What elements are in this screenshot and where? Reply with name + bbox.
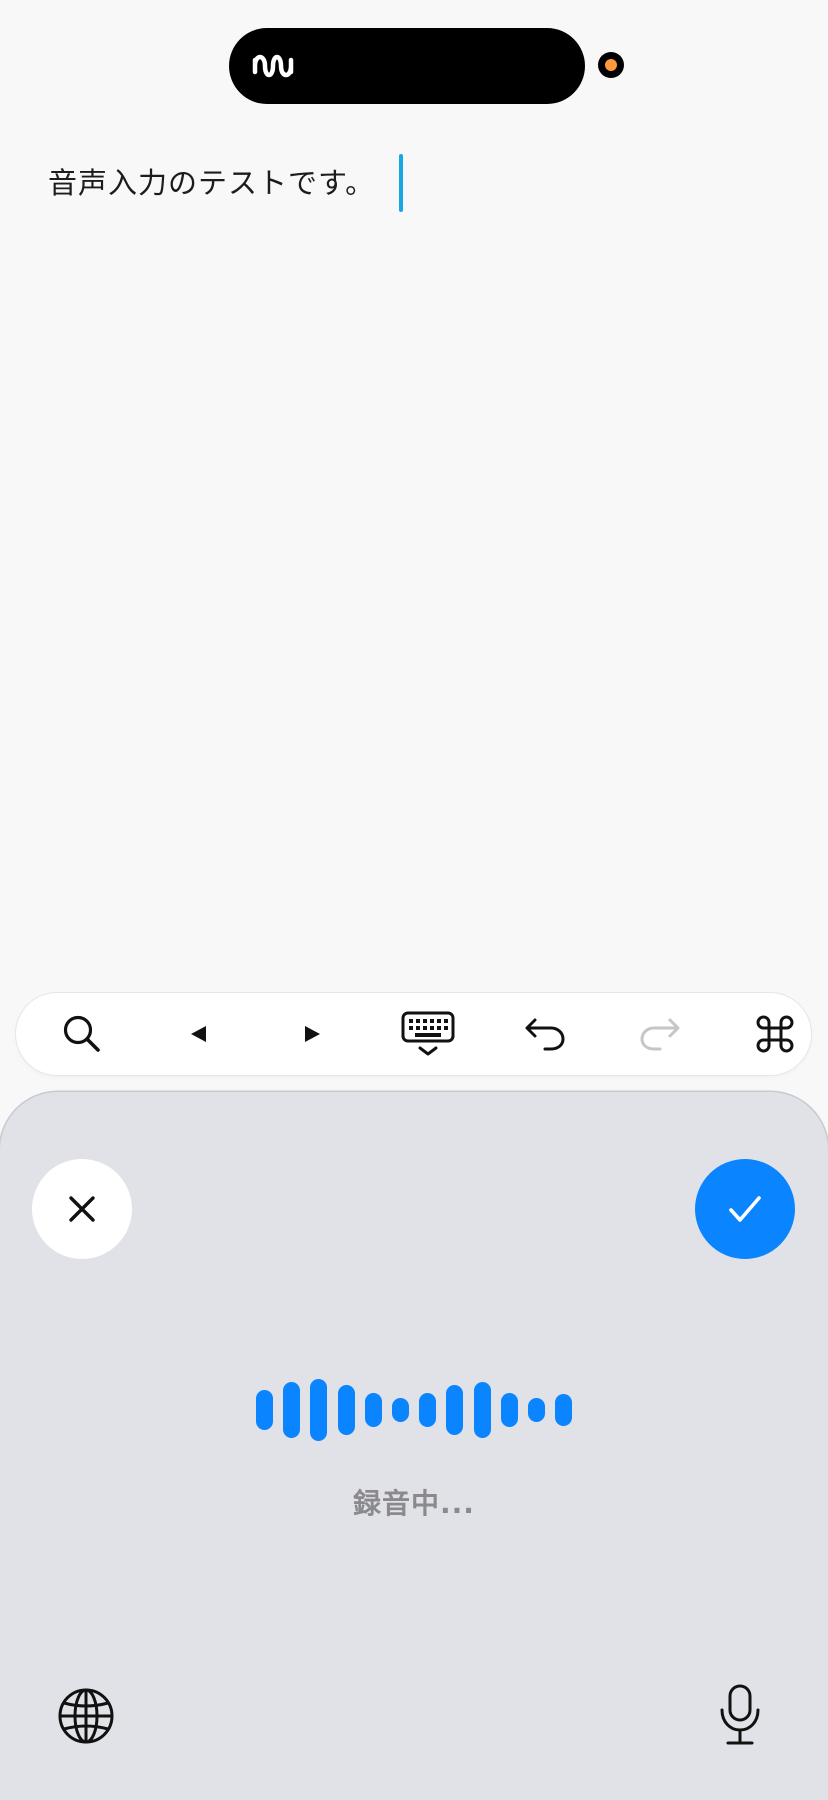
audio-level-bar xyxy=(419,1392,437,1428)
search-button[interactable] xyxy=(42,993,122,1075)
audio-level-bar xyxy=(446,1385,464,1435)
dictation-button[interactable] xyxy=(712,1682,768,1748)
audio-level-bar xyxy=(473,1382,491,1438)
voice-input-panel: 録音中... xyxy=(0,1092,828,1800)
text-editor[interactable]: 音声入力のテストです。 xyxy=(48,150,778,230)
audio-level-bar xyxy=(392,1398,409,1422)
screen: 音声入力のテストです。 録音中... xyxy=(0,0,828,1800)
magnifier-icon xyxy=(63,1015,100,1052)
recording-indicator-dot xyxy=(598,52,624,78)
redo-button[interactable] xyxy=(620,993,700,1075)
triangle-right-icon xyxy=(305,1026,320,1042)
checkmark-icon xyxy=(729,1196,761,1222)
close-icon xyxy=(69,1196,95,1222)
triangle-left-icon xyxy=(191,1026,206,1042)
audio-level-bar xyxy=(337,1385,355,1435)
audio-level-bar xyxy=(555,1394,573,1426)
audio-level-bar xyxy=(500,1392,518,1428)
dynamic-island[interactable] xyxy=(229,28,585,104)
undo-button[interactable] xyxy=(505,993,585,1075)
audio-level-bar xyxy=(364,1392,382,1428)
cancel-button[interactable] xyxy=(32,1159,132,1259)
audio-level-bar xyxy=(528,1398,545,1422)
keyboard-accessory-toolbar xyxy=(16,993,811,1075)
audio-level-bar xyxy=(283,1382,301,1438)
audio-level-meter xyxy=(256,1376,573,1444)
recording-status-label: 録音中... xyxy=(353,1487,475,1520)
audio-level-bar xyxy=(256,1390,273,1430)
command-icon xyxy=(756,1015,794,1053)
cursor-left-button[interactable] xyxy=(159,993,239,1075)
text-caret xyxy=(399,154,404,212)
command-button[interactable] xyxy=(735,993,815,1075)
confirm-button[interactable] xyxy=(695,1159,795,1259)
switch-keyboard-button[interactable] xyxy=(56,1686,116,1746)
redo-arrow-icon xyxy=(640,1018,680,1051)
waveform-icon xyxy=(252,54,294,78)
undo-arrow-icon xyxy=(525,1018,565,1051)
audio-level-bar xyxy=(310,1378,328,1442)
microphone-icon xyxy=(720,1684,760,1745)
cursor-right-button[interactable] xyxy=(272,993,352,1075)
dismiss-keyboard-button[interactable] xyxy=(388,993,468,1075)
keyboard-dismiss-icon xyxy=(401,1011,455,1056)
globe-icon xyxy=(58,1688,114,1744)
editor-text: 音声入力のテストです。 xyxy=(48,166,376,200)
